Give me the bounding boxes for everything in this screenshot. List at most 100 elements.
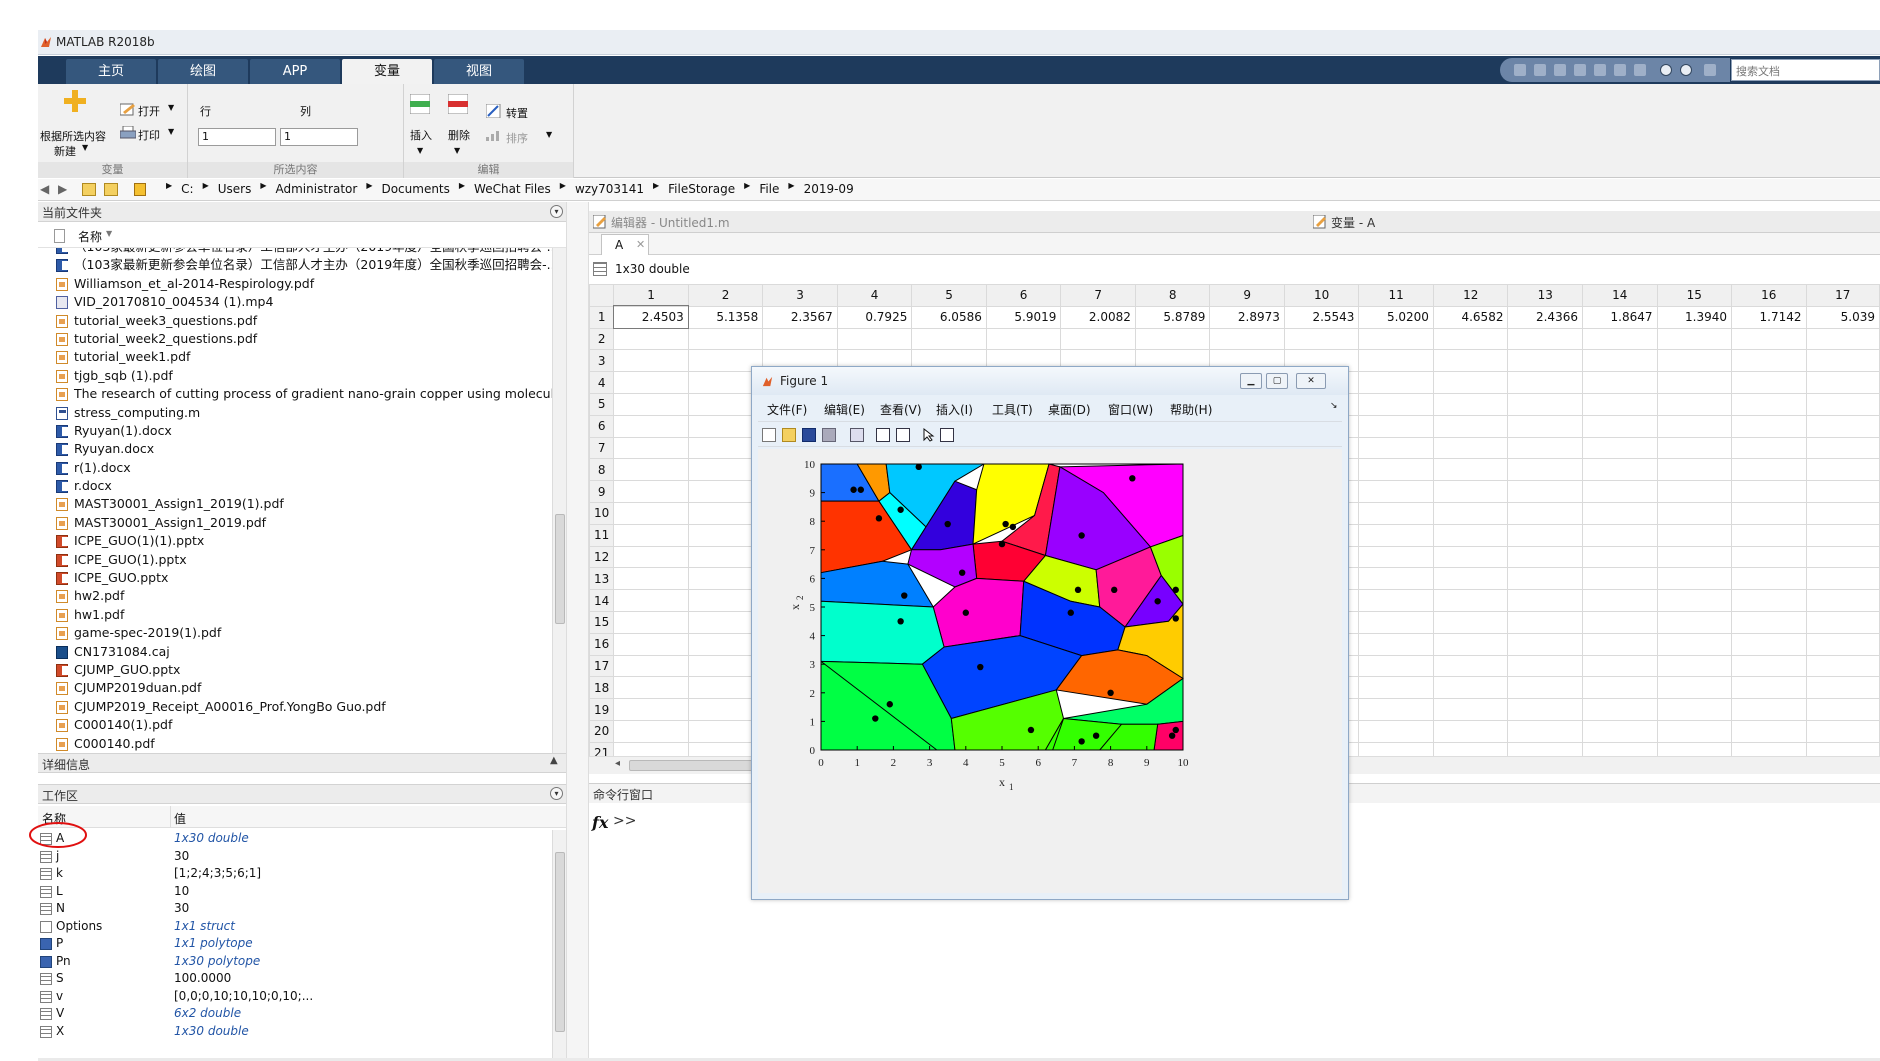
grid-cell[interactable] <box>1283 327 1360 351</box>
menu-file[interactable]: 文件(F) <box>767 401 807 418</box>
maximize-button[interactable]: ▢ <box>1266 373 1288 389</box>
menu-window[interactable]: 窗口(W) <box>1108 401 1153 418</box>
grid-cell[interactable] <box>1805 392 1880 416</box>
grid-cell[interactable] <box>1731 589 1807 612</box>
grid-cell[interactable]: 2.4503 <box>612 305 690 330</box>
grid-cell[interactable] <box>1507 327 1583 351</box>
column-header[interactable]: 4 <box>836 284 913 307</box>
grid-cell[interactable] <box>911 327 987 351</box>
row-header[interactable]: 6 <box>589 414 615 438</box>
grid-cell[interactable] <box>1358 501 1434 525</box>
search-docs-input[interactable]: 搜索文档 <box>1731 59 1880 81</box>
menu-desktop[interactable]: 桌面(D) <box>1048 401 1091 418</box>
grid-cell[interactable] <box>613 741 689 756</box>
workspace-variable-row[interactable]: N 30 <box>38 900 566 918</box>
grid-cell[interactable] <box>1731 480 1807 503</box>
grid-cell[interactable] <box>1656 436 1733 460</box>
column-header[interactable]: 10 <box>1283 284 1360 307</box>
grid-cell[interactable] <box>1805 327 1880 351</box>
column-header[interactable]: 13 <box>1507 284 1583 307</box>
grid-cell[interactable] <box>1432 741 1509 756</box>
grid-cell[interactable] <box>1805 589 1880 612</box>
breadcrumb-separator-icon[interactable]: ▶ <box>459 181 465 195</box>
grid-cell[interactable] <box>1358 327 1434 351</box>
file-list-item[interactable]: ICPE_GUO.pptx <box>38 569 566 587</box>
workspace-scroll-thumb[interactable] <box>555 852 565 1032</box>
grid-cell[interactable] <box>1507 741 1583 756</box>
file-list-item[interactable]: （103家最新更新参会单位名录）工信部人才主办（2019年度）全国秋季巡回招聘会… <box>38 256 566 274</box>
grid-cell[interactable]: 1.3940 <box>1656 305 1733 329</box>
grid-cell[interactable] <box>1581 719 1658 743</box>
grid-cell[interactable] <box>1731 458 1807 482</box>
grid-cell[interactable] <box>1432 632 1509 656</box>
grid-cell[interactable]: 2.8973 <box>1209 305 1285 329</box>
grid-cell[interactable] <box>1358 480 1434 503</box>
grid-cell[interactable] <box>1805 676 1880 700</box>
grid-cell[interactable] <box>1358 632 1434 656</box>
expand-icon[interactable] <box>1704 64 1716 76</box>
grid-cell[interactable] <box>613 392 689 416</box>
back-arrow-icon[interactable]: ◀ <box>40 182 49 196</box>
grid-cell[interactable] <box>1731 349 1807 373</box>
file-list-item[interactable]: Williamson_et_al-2014-Respirology.pdf <box>38 275 566 293</box>
grid-cell[interactable] <box>1581 349 1658 373</box>
grid-cell[interactable] <box>1507 610 1583 634</box>
property-editor-icon[interactable] <box>940 428 954 442</box>
grid-cell[interactable] <box>1805 501 1880 525</box>
row-header[interactable]: 14 <box>589 589 615 612</box>
grid-cell[interactable] <box>1507 480 1583 503</box>
grid-cell[interactable] <box>1358 610 1434 634</box>
grid-cell[interactable]: 6.0586 <box>911 305 987 329</box>
column-header[interactable]: 2 <box>687 284 764 307</box>
grid-cell[interactable] <box>1358 589 1434 612</box>
column-header[interactable]: 7 <box>1060 284 1136 307</box>
workspace-variable-row[interactable]: V 6x2 double <box>38 1005 566 1023</box>
grid-cell[interactable] <box>1656 480 1733 503</box>
file-list-item[interactable]: r(1).docx <box>38 459 566 477</box>
file-list-item[interactable]: game-spec-2019(1).pdf <box>38 624 566 642</box>
grid-cell[interactable] <box>1656 392 1733 416</box>
grid-cell[interactable] <box>1581 698 1658 721</box>
file-list-item[interactable]: MAST30001_Assign1_2019.pdf <box>38 514 566 532</box>
grid-cell[interactable] <box>613 501 689 525</box>
column-header[interactable]: 9 <box>1209 284 1285 307</box>
delete-button[interactable]: 删除 <box>448 127 470 143</box>
grid-cell[interactable] <box>1656 676 1733 700</box>
file-list-item[interactable]: The research of cutting process of gradi… <box>38 385 566 403</box>
up-folder-icon[interactable] <box>82 183 96 196</box>
breadcrumb-separator-icon[interactable]: ▶ <box>653 181 659 195</box>
grid-cell[interactable]: 5.1358 <box>687 305 764 329</box>
grid-cell[interactable] <box>1656 523 1733 547</box>
tab-home[interactable]: 主页 <box>66 59 156 84</box>
grid-cell[interactable] <box>1656 545 1733 569</box>
grid-cell[interactable]: 5.9019 <box>985 305 1062 329</box>
grid-cell[interactable] <box>1581 414 1658 438</box>
transpose-button[interactable]: 转置 <box>506 105 528 121</box>
close-button[interactable]: ✕ <box>1296 373 1326 389</box>
grid-cell[interactable] <box>1731 676 1807 700</box>
menu-help[interactable]: 帮助(H) <box>1170 401 1212 418</box>
grid-cell[interactable] <box>1432 501 1509 525</box>
grid-cell[interactable] <box>1358 523 1434 547</box>
grid-cell[interactable] <box>1731 698 1807 721</box>
file-list-item[interactable]: stress_computing.m <box>38 404 566 422</box>
grid-cell[interactable]: 4.6582 <box>1432 305 1509 329</box>
file-list-item[interactable]: CJUMP2019duan.pdf <box>38 679 566 697</box>
name-column-header[interactable]: 名称 <box>78 228 102 245</box>
paste-icon[interactable] <box>1574 64 1586 76</box>
row-header[interactable]: 10 <box>589 501 615 525</box>
grid-cell[interactable] <box>1507 371 1583 394</box>
file-list-item[interactable]: ICPE_GUO(1).pptx <box>38 551 566 569</box>
grid-cell[interactable] <box>1358 654 1434 678</box>
grid-cell[interactable] <box>1507 698 1583 721</box>
grid-cell[interactable] <box>1358 371 1434 394</box>
workspace-variable-row[interactable]: S 100.0000 <box>38 970 566 988</box>
open-file-icon[interactable] <box>782 428 796 442</box>
workspace-actions-icon[interactable]: ▾ <box>550 787 563 800</box>
grid-cell[interactable] <box>613 654 689 678</box>
file-list-item[interactable]: Ryuyan(1).docx <box>38 422 566 440</box>
grid-cell[interactable] <box>613 480 689 503</box>
row-header[interactable]: 12 <box>589 545 615 569</box>
workspace-variable-row[interactable]: P 1x1 polytope <box>38 935 566 953</box>
tab-plots[interactable]: 绘图 <box>158 59 248 84</box>
